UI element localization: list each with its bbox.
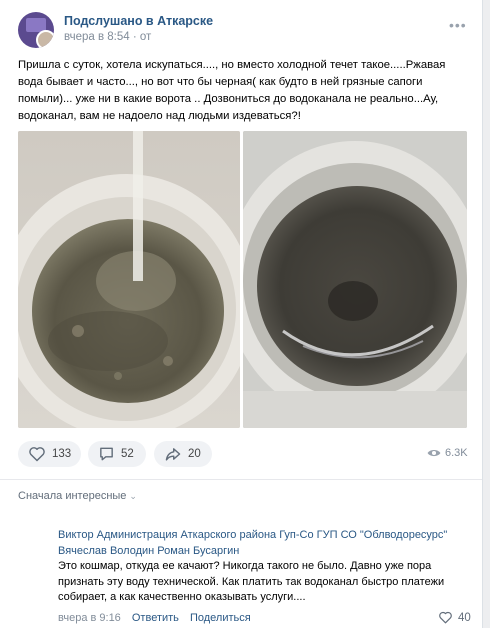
post-meta: вчера в 8:54 · от: [64, 31, 151, 43]
comments-sort[interactable]: Сначала интересные ⌄: [18, 490, 137, 502]
share-button[interactable]: 20: [154, 441, 212, 467]
post-text: Пришла с суток, хотела искупаться...., н…: [18, 59, 446, 122]
comment-time[interactable]: вчера в 9:16: [58, 612, 121, 624]
chevron-down-icon: ⌄: [129, 491, 137, 501]
like-button[interactable]: 133: [18, 441, 81, 467]
heart-icon: [439, 611, 452, 624]
divider: [0, 479, 482, 480]
like-count: 133: [52, 448, 72, 460]
share-count: 20: [188, 448, 201, 460]
comment-meta: вчера в 9:16 Ответить Поделиться: [58, 612, 251, 624]
share-comment-link[interactable]: Поделиться: [190, 612, 251, 624]
post-card: Подслушано в Аткарске вчера в 8:54 · от …: [0, 0, 483, 628]
more-icon[interactable]: •••: [449, 17, 467, 33]
post-photo-2[interactable]: [243, 131, 467, 428]
view-count: 6.3K: [445, 447, 468, 459]
comment-text: Это кошмар, откуда ее качают? Никогда та…: [58, 560, 445, 603]
share-icon: [165, 448, 181, 461]
comment-icon: [100, 447, 113, 461]
comment-mentions[interactable]: Виктор Администрация Аткарского района Г…: [58, 529, 447, 557]
comment-like-button[interactable]: 40: [438, 611, 471, 624]
comment-count: 52: [121, 448, 134, 460]
comment-like-count: 40: [458, 611, 471, 624]
group-name[interactable]: Подслушано в Аткарске: [64, 14, 213, 28]
group-avatar[interactable]: [18, 12, 54, 48]
author-avatar: [36, 30, 54, 48]
comment-item: Виктор Администрация Аткарского района Г…: [58, 528, 468, 606]
eye-icon: [427, 449, 441, 457]
heart-icon: [29, 447, 45, 462]
sort-label: Сначала интересные: [18, 490, 127, 502]
views-counter: 6.3K: [427, 447, 468, 459]
comment-button[interactable]: 52: [88, 441, 146, 467]
post-time[interactable]: вчера в 8:54: [64, 31, 130, 43]
reply-link[interactable]: Ответить: [132, 612, 179, 624]
post-from: · от: [132, 31, 152, 43]
post-photo-1[interactable]: [18, 131, 240, 428]
